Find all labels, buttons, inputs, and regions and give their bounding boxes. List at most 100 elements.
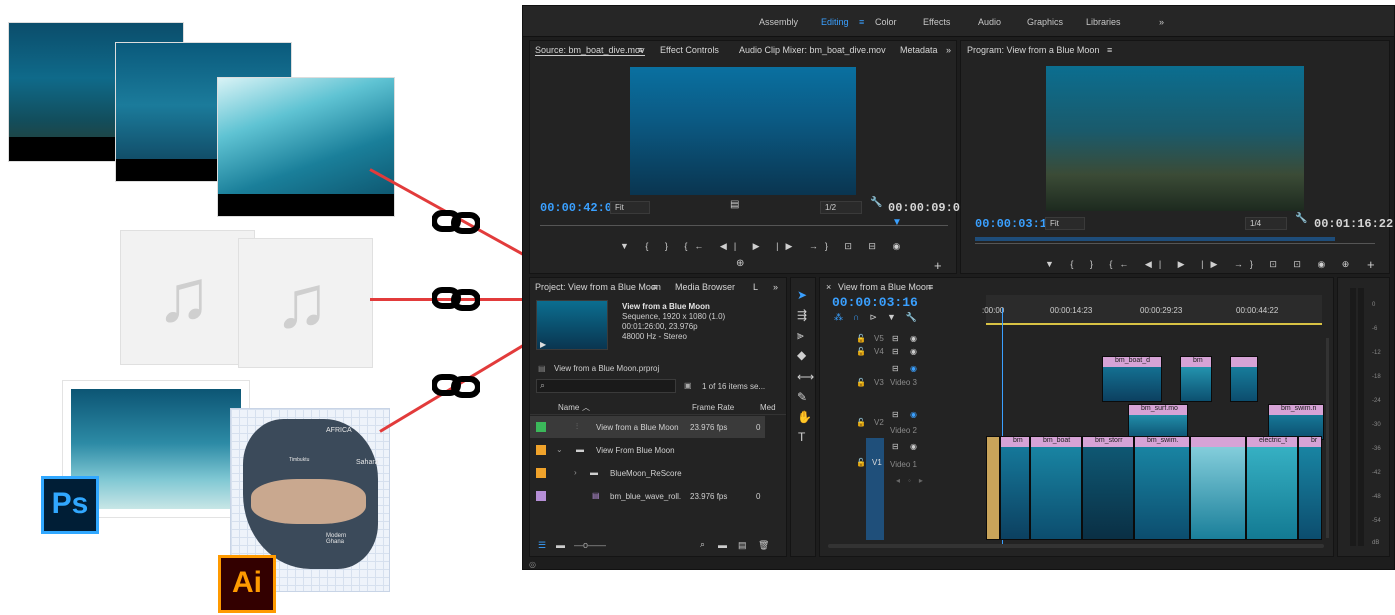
source-scrub-bar[interactable]: [540, 225, 948, 226]
column-frame-rate[interactable]: Frame Rate: [692, 403, 734, 412]
clip-v3-bm[interactable]: bm: [1180, 356, 1212, 402]
lock-icon[interactable]: 🔓: [856, 418, 866, 427]
sequence-thumbnail[interactable]: [536, 300, 608, 350]
program-timecode[interactable]: 00:00:03:16: [975, 217, 1054, 231]
playhead-marker-icon[interactable]: ▼: [892, 217, 902, 228]
workspaces-more[interactable]: »: [1159, 17, 1164, 27]
program-resolution-select[interactable]: 1/4: [1245, 217, 1287, 230]
slip-tool-icon[interactable]: ⟷: [797, 370, 814, 384]
sort-ascending-icon[interactable]: ︿: [582, 402, 590, 413]
sync-lock-icon[interactable]: ⊟: [892, 347, 899, 356]
menu-icon[interactable]: ≡: [638, 45, 643, 55]
new-bin-from-search-icon[interactable]: ▣: [684, 381, 692, 390]
column-name[interactable]: Name: [558, 403, 579, 412]
razor-tool-icon[interactable]: ◆: [797, 348, 806, 362]
program-scrub-bar[interactable]: [975, 243, 1375, 244]
close-icon[interactable]: ×: [826, 282, 831, 292]
clip-v3-boat[interactable]: bm_boat_d: [1102, 356, 1162, 402]
project-search-input[interactable]: [536, 379, 676, 393]
status-icon[interactable]: ◎: [529, 560, 536, 569]
workspace-audio[interactable]: Audio: [978, 17, 1001, 27]
sync-lock-icon[interactable]: ⊟: [892, 364, 899, 373]
column-media[interactable]: Med: [760, 403, 776, 412]
eye-icon[interactable]: ◉: [910, 364, 917, 373]
clip-v1-electric[interactable]: electric_t: [1246, 436, 1298, 540]
clip-v1-storm[interactable]: bm_storr: [1082, 436, 1134, 540]
selection-tool-icon[interactable]: ➤: [797, 288, 807, 302]
wrench-icon[interactable]: 🔧: [870, 197, 882, 208]
horizontal-scrollbar[interactable]: [828, 544, 1324, 548]
chevron-down-icon[interactable]: ⌄: [556, 445, 563, 454]
workspace-effects[interactable]: Effects: [923, 17, 950, 27]
ripple-edit-tool-icon[interactable]: ⫸: [797, 328, 804, 343]
list-item[interactable]: ⌄ ▬ View From Blue Moon: [530, 439, 765, 461]
menu-icon[interactable]: ≡: [928, 282, 933, 292]
tab-audio-clip-mixer[interactable]: Audio Clip Mixer: bm_boat_dive.mov: [739, 45, 886, 55]
workspace-libraries[interactable]: Libraries: [1086, 17, 1121, 27]
clip-v3-small[interactable]: [1230, 356, 1258, 402]
transport-controls[interactable]: ▼ { } {← ◀| ▶ |▶ →} ⊡ ⊡ ◉ ⊕: [1045, 259, 1356, 270]
clip-v2-surf[interactable]: bm_surf.mo: [1128, 404, 1188, 440]
menu-icon[interactable]: ≡: [1107, 45, 1112, 55]
workspace-color[interactable]: Color: [875, 17, 897, 27]
icon-view-icon[interactable]: ▬: [556, 540, 565, 550]
wrench-icon[interactable]: 🔧: [1295, 213, 1307, 224]
panel-more[interactable]: »: [773, 282, 778, 292]
workspace-assembly[interactable]: Assembly: [759, 17, 798, 27]
lock-icon[interactable]: 🔓: [856, 347, 866, 356]
tab-libraries-short[interactable]: L: [753, 282, 758, 292]
trash-icon[interactable]: 🗑: [758, 540, 769, 551]
keyframe-nav[interactable]: ◂◦▸: [896, 476, 931, 485]
new-item-icon[interactable]: ▤: [738, 540, 747, 551]
clip-v1-bm[interactable]: bm: [1000, 436, 1030, 540]
eye-icon[interactable]: ◉: [910, 334, 917, 343]
list-item[interactable]: › ▬ BlueMoon_ReScore: [530, 462, 765, 484]
tab-effect-controls[interactable]: Effect Controls: [660, 45, 719, 55]
eye-icon[interactable]: ◉: [910, 347, 917, 356]
tab-metadata[interactable]: Metadata: [900, 45, 938, 55]
pen-tool-icon[interactable]: ✎: [797, 390, 807, 404]
panel-more[interactable]: »: [946, 45, 951, 55]
clip-v1-br[interactable]: br: [1298, 436, 1322, 540]
type-tool-icon[interactable]: T: [798, 430, 805, 444]
source-timecode[interactable]: 00:00:42:02: [540, 201, 619, 215]
source-resolution-select[interactable]: 1/2: [820, 201, 862, 214]
workspace-editing[interactable]: Editing: [821, 17, 849, 27]
transport-controls[interactable]: ▼ { } {← ◀| ▶ |▶ →} ⊡ ⊟ ◉: [620, 241, 907, 252]
add-button[interactable]: +: [934, 258, 942, 273]
add-button[interactable]: +: [1367, 257, 1375, 272]
source-patch-v1[interactable]: [866, 438, 884, 540]
sync-lock-icon[interactable]: ⊟: [892, 334, 899, 343]
timeline-tab[interactable]: View from a Blue Moon: [838, 282, 931, 292]
tab-project[interactable]: Project: View from a Blue Moon: [535, 282, 661, 292]
clip-v2-swim[interactable]: bm_swim.n: [1268, 404, 1324, 440]
tab-source[interactable]: Source: bm_boat_dive.mov: [535, 45, 645, 56]
list-item[interactable]: ⫶ View from a Blue Moon 23.976 fps 0: [530, 416, 765, 438]
zoom-slider[interactable]: —o——: [574, 540, 606, 550]
tab-media-browser[interactable]: Media Browser: [675, 282, 735, 292]
export-frame-icon[interactable]: ▤: [730, 199, 739, 210]
list-view-icon[interactable]: ☰: [538, 540, 546, 551]
button-editor-icon[interactable]: ⊕: [736, 258, 744, 269]
vertical-scrollbar[interactable]: [1326, 338, 1329, 538]
sync-lock-icon[interactable]: ⊟: [892, 442, 899, 451]
clip-v1-boat[interactable]: bm_boat: [1030, 436, 1082, 540]
timeline-timecode[interactable]: 00:00:03:16: [832, 295, 918, 310]
menu-icon[interactable]: ≡: [859, 17, 864, 27]
source-fit-select[interactable]: Fit: [610, 201, 650, 214]
eye-icon[interactable]: ◉: [910, 410, 917, 419]
lock-icon[interactable]: 🔓: [856, 378, 866, 387]
new-bin-icon[interactable]: ▬: [718, 540, 727, 550]
lock-icon[interactable]: 🔓: [856, 334, 866, 343]
clip-v1-swim[interactable]: bm_swim.: [1134, 436, 1190, 540]
sync-lock-icon[interactable]: ⊟: [892, 410, 899, 419]
program-fit-select[interactable]: Fit: [1045, 217, 1085, 230]
chevron-right-icon[interactable]: ›: [574, 468, 577, 477]
clip-v1-title[interactable]: [986, 436, 1000, 540]
timeline-tools[interactable]: ⁂∩⊳▼🔧: [834, 312, 927, 323]
workspace-graphics[interactable]: Graphics: [1027, 17, 1063, 27]
eye-icon[interactable]: ◉: [910, 442, 917, 451]
hand-tool-icon[interactable]: ✋: [797, 410, 812, 424]
lock-icon[interactable]: 🔓: [856, 458, 866, 467]
program-title[interactable]: Program: View from a Blue Moon: [967, 45, 1099, 55]
